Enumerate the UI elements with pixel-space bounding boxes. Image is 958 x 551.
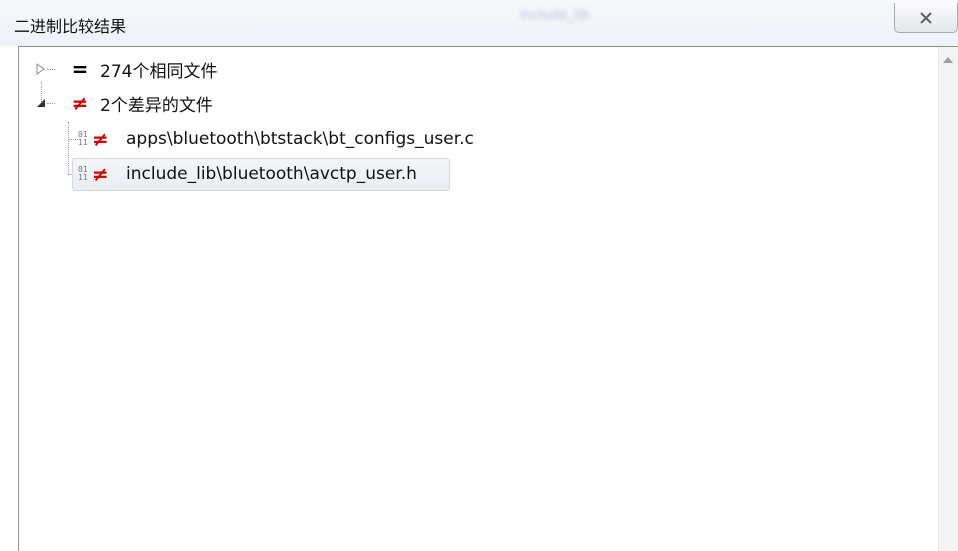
close-icon xyxy=(920,11,932,24)
tree-leaf-label: include_lib\bluetooth\avctp_user.h xyxy=(126,164,417,184)
tree-node-label: 2个差异的文件 xyxy=(100,95,213,116)
tree-leaf-file-selected[interactable]: 01 11 ≠ include_lib\bluetooth\avctp_user.… xyxy=(78,159,417,189)
tree-connector-line xyxy=(68,139,78,140)
title-bar: 二进制比较结果 include_lib xyxy=(0,0,958,46)
tree-leaf-file[interactable]: 01 11 ≠ apps\bluetooth\btstack\bt_configs… xyxy=(78,124,474,154)
binary-file-icon: 01 11 xyxy=(78,165,88,182)
expand-arrow-icon[interactable] xyxy=(36,63,46,75)
result-tree[interactable] xyxy=(18,46,958,551)
tree-leaf-label: apps\bluetooth\btstack\bt_configs_user.c xyxy=(126,129,474,149)
tree-connector-line xyxy=(68,122,69,174)
tree-node-diff-files[interactable]: ≠ 2个差异的文件 xyxy=(36,88,213,118)
not-equal-icon: ≠ xyxy=(92,127,109,151)
not-equal-icon: ≠ xyxy=(92,162,109,186)
scroll-up-arrow-icon[interactable] xyxy=(943,57,953,63)
window-title: 二进制比较结果 xyxy=(14,17,127,36)
vertical-scrollbar[interactable] xyxy=(938,47,958,551)
tree-node-same-files[interactable]: = 274个相同文件 xyxy=(36,54,217,84)
not-equal-icon: ≠ xyxy=(71,91,89,115)
close-button[interactable] xyxy=(894,3,958,33)
tree-node-label: 274个相同文件 xyxy=(100,61,218,82)
blurred-caption: include_lib xyxy=(520,8,590,23)
binary-file-icon: 01 11 xyxy=(78,130,88,147)
equal-icon: = xyxy=(71,57,89,81)
collapse-arrow-icon[interactable] xyxy=(36,98,46,108)
